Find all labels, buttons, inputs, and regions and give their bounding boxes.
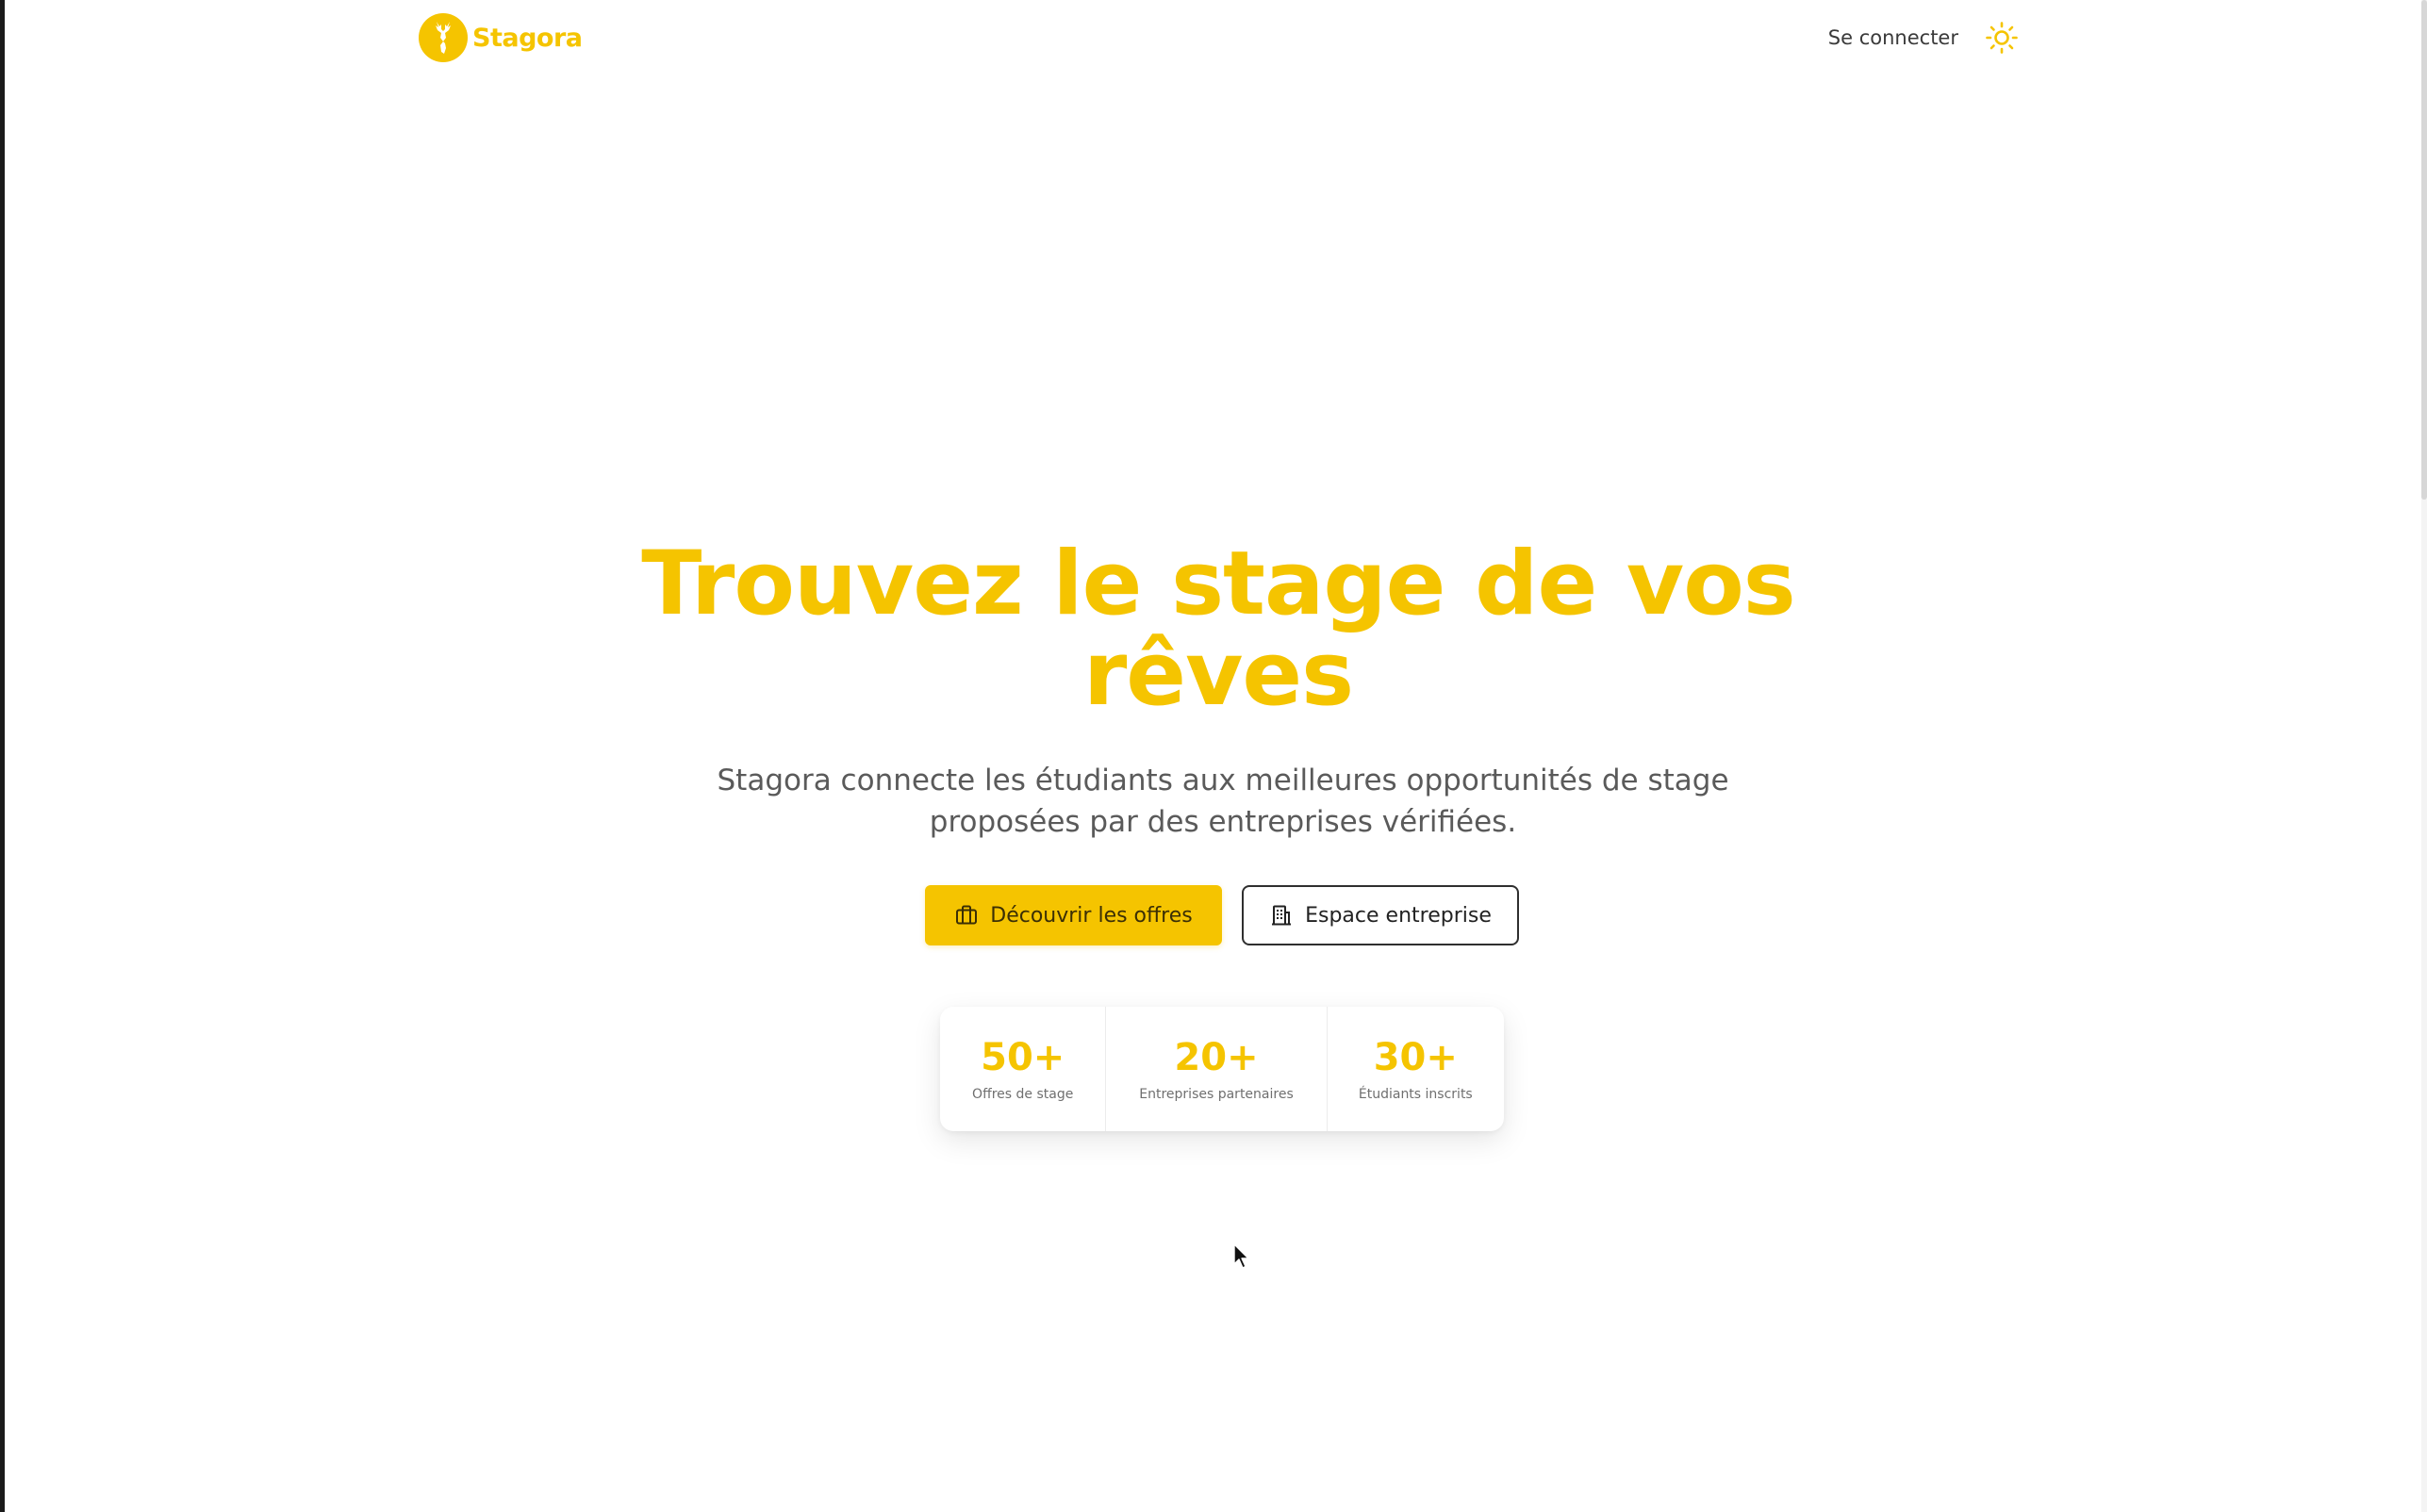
hero-title: Trouvez le stage de vos rêves xyxy=(5,539,2427,720)
brand-name: Stagora xyxy=(472,23,583,53)
site-header: Stagora Se connecter xyxy=(418,11,2021,64)
sun-icon xyxy=(1986,22,2018,54)
login-link[interactable]: Se connecter xyxy=(1828,26,1958,49)
building-icon xyxy=(1272,905,1292,926)
brand-logo-link[interactable]: Stagora xyxy=(418,11,583,64)
stat-label: Offres de stage xyxy=(972,1087,1074,1102)
browser-viewport: Stagora Se connecter Trouvez le stage de… xyxy=(0,0,2427,1512)
hero-subtitle-line-1: Stagora connecte les étudiants aux meill… xyxy=(717,764,1729,797)
stat-value: 50+ xyxy=(981,1036,1065,1079)
stat-label: Étudiants inscrits xyxy=(1358,1087,1473,1102)
hero-title-line-2: rêves xyxy=(1082,623,1354,726)
hero-title-line-1: Trouvez le stage de vos xyxy=(641,533,1795,635)
hero-subtitle-line-2: proposées par des entreprises vérifiées. xyxy=(929,805,1517,839)
company-space-button[interactable]: Espace entreprise xyxy=(1242,885,1519,945)
stat-offers: 50+ Offres de stage xyxy=(940,1007,1105,1131)
scrollbar-track[interactable] xyxy=(2421,0,2427,1512)
stat-companies: 20+ Entreprises partenaires xyxy=(1105,1007,1326,1131)
deer-icon xyxy=(419,13,468,62)
stat-value: 30+ xyxy=(1373,1036,1458,1079)
discover-offers-label: Découvrir les offres xyxy=(990,903,1193,928)
company-space-label: Espace entreprise xyxy=(1305,903,1492,928)
header-actions: Se connecter xyxy=(1828,11,2021,64)
stat-label: Entreprises partenaires xyxy=(1139,1087,1294,1102)
theme-toggle-button[interactable] xyxy=(1983,19,2021,57)
hero-subtitle: Stagora connecte les étudiants aux meill… xyxy=(700,760,1746,843)
briefcase-icon xyxy=(956,905,978,925)
mouse-cursor-icon xyxy=(1233,1243,1249,1269)
stat-value: 20+ xyxy=(1174,1036,1259,1079)
stat-students: 30+ Étudiants inscrits xyxy=(1326,1007,1504,1131)
stats-card: 50+ Offres de stage 20+ Entreprises part… xyxy=(940,1007,1504,1131)
discover-offers-button[interactable]: Découvrir les offres xyxy=(925,885,1222,945)
scrollbar-thumb[interactable] xyxy=(2421,0,2427,500)
